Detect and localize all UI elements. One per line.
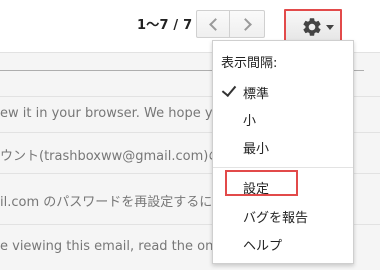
menu-item-label: 小 bbox=[243, 114, 257, 129]
settings-button[interactable] bbox=[284, 9, 342, 43]
chevron-left-icon bbox=[209, 18, 222, 31]
menu-item-label: 最小 bbox=[243, 142, 270, 157]
check-icon bbox=[221, 81, 237, 98]
next-page-button[interactable] bbox=[229, 10, 265, 38]
gear-icon bbox=[303, 18, 321, 36]
menu-divider bbox=[213, 167, 353, 168]
menu-item-label: 設定 bbox=[243, 182, 270, 197]
menu-item-label: ヘルプ bbox=[243, 239, 283, 254]
chevron-right-icon bbox=[239, 18, 252, 31]
email-snippet: il.com のパスワードを再設定するに bbox=[0, 195, 213, 210]
chevron-down-icon bbox=[326, 25, 334, 30]
pager-count: 1〜7 / 7 bbox=[137, 18, 193, 33]
density-option-minimum[interactable]: 最小 bbox=[213, 134, 353, 158]
menu-item-label: 標準 bbox=[243, 87, 270, 102]
menu-item-settings[interactable]: 設定 bbox=[213, 174, 353, 198]
density-option-small[interactable]: 小 bbox=[213, 106, 353, 130]
menu-item-report-bug[interactable]: バグを報告 bbox=[213, 203, 353, 227]
email-snippet: ウント(trashboxww@gmail.com)の bbox=[0, 149, 222, 164]
menu-item-help[interactable]: ヘルプ bbox=[213, 231, 353, 255]
menu-item-label: バグを報告 bbox=[243, 211, 309, 226]
settings-dropdown-menu: 表示間隔: 標準 小 最小 設定 バグを報告 ヘルプ bbox=[212, 40, 354, 264]
prev-page-button[interactable] bbox=[196, 10, 230, 38]
email-snippet: e viewing this email, read the online bbox=[0, 239, 237, 254]
density-option-standard[interactable]: 標準 bbox=[213, 79, 353, 103]
email-snippet: ew it in your browser. We hope you bbox=[0, 106, 229, 121]
density-label: 表示間隔: bbox=[221, 56, 278, 71]
